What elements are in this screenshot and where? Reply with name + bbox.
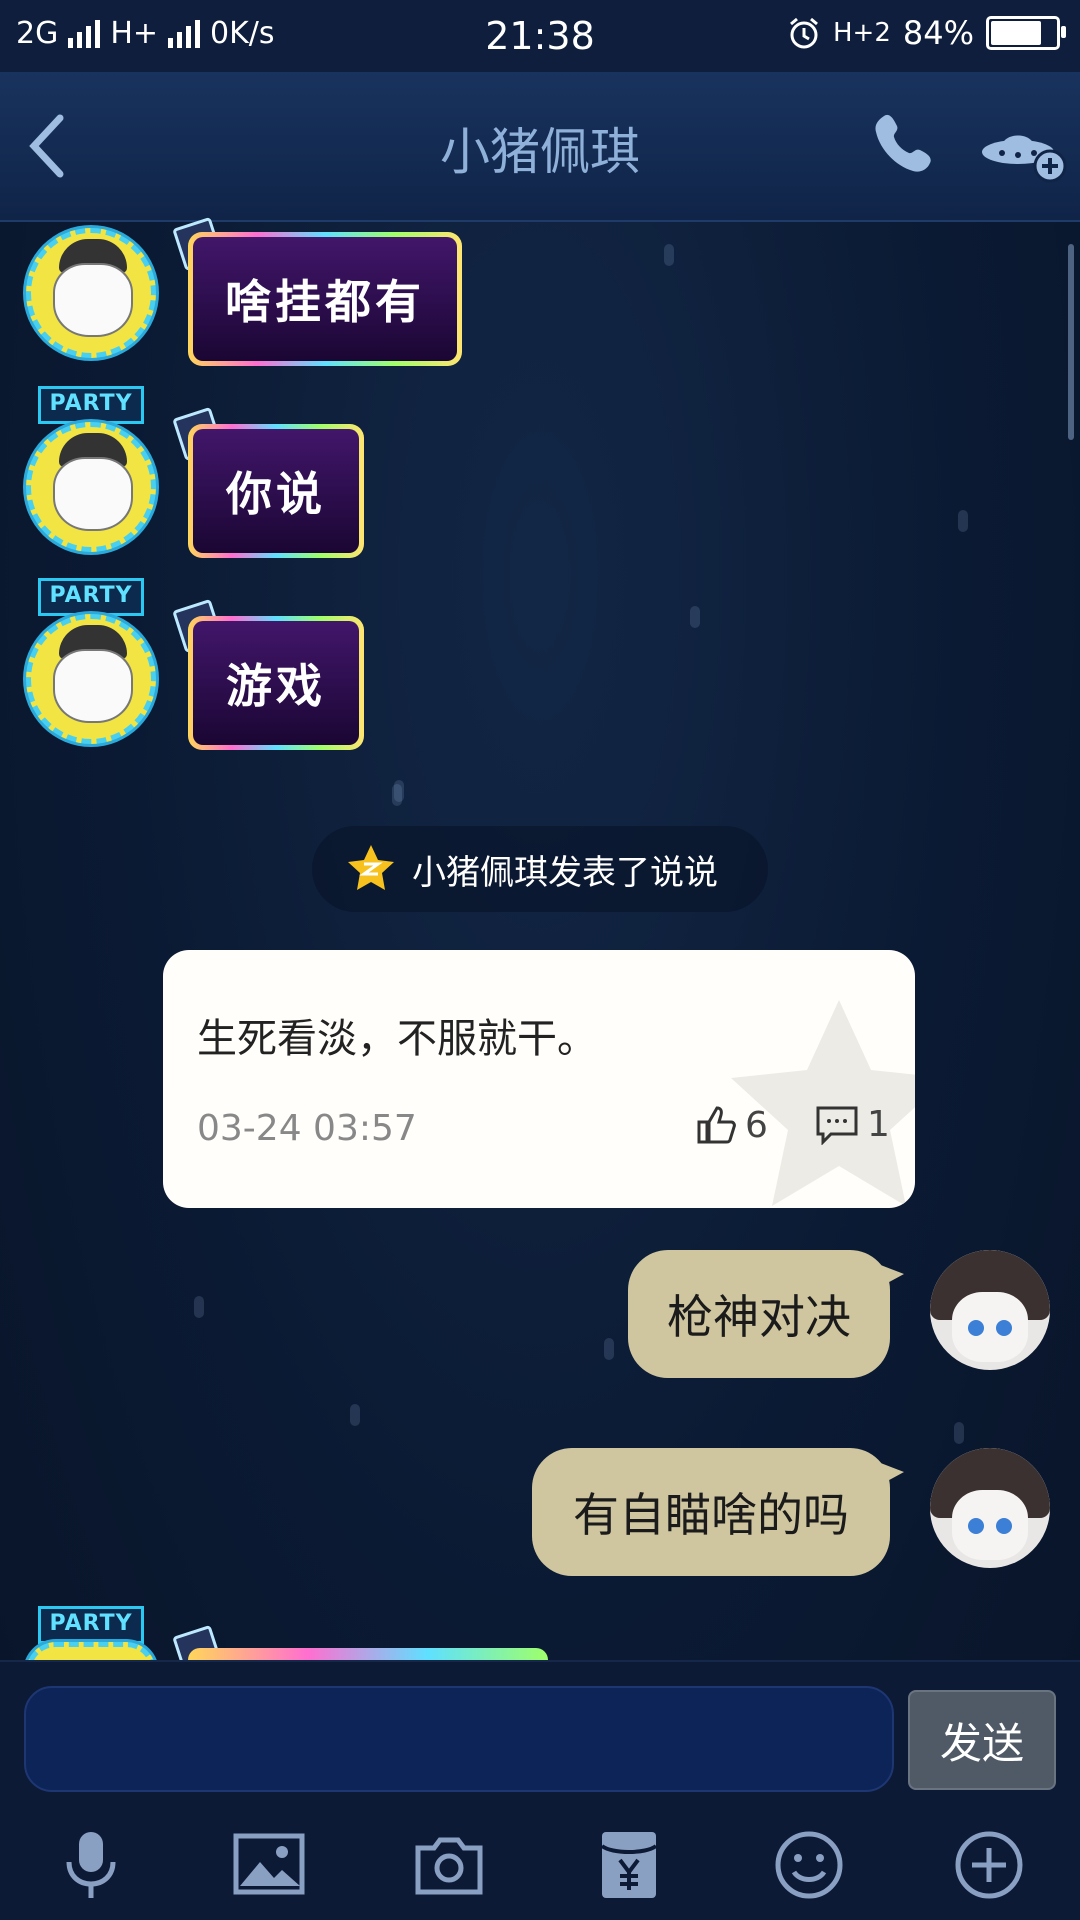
header: 小猪佩琪 [0,72,1080,222]
message-text: 枪神对决 [667,1290,851,1344]
microphone-icon[interactable] [54,1828,128,1902]
comment-count: 1 [867,1104,890,1145]
contact-avatar[interactable] [26,228,156,358]
message-bubble[interactable]: 游戏 [188,616,364,750]
comment-icon [816,1106,858,1145]
qzone-notice[interactable]: 小猪佩琪发表了说说 [312,826,768,912]
my-message-bubble[interactable]: 枪神对决 [628,1250,904,1378]
emoji-icon[interactable] [772,1828,846,1902]
message-text: 你说 [193,429,359,553]
battery-percent: 84% [902,14,974,52]
message-bubble[interactable]: 啥挂都有 [188,232,462,366]
status-bar: 2G H+ 0K/s 21:38 H+2 84% [0,0,1080,72]
my-avatar[interactable] [930,1250,1050,1370]
image-icon[interactable] [232,1828,306,1902]
red-packet-icon[interactable] [592,1828,666,1902]
chat-screen: 2G H+ 0K/s 21:38 H+2 84% 小猪佩琪 啥挂都有 PARTY… [0,0,1080,1920]
alarm-icon [790,17,818,49]
shuoshuo-card[interactable]: 生死看淡，不服就干。 03-24 03:57 6 1 [163,950,915,1208]
camera-icon[interactable] [412,1828,486,1902]
message-bubble[interactable] [188,1648,548,1660]
message-text: 游戏 [193,621,359,745]
battery-icon [986,16,1066,50]
comment-button[interactable]: 1 [815,1104,890,1145]
contact-avatar[interactable] [26,614,156,744]
party-badge: PARTY [38,386,144,424]
input-bar: 发送 [0,1660,1080,1920]
like-count: 6 [745,1104,768,1146]
send-button[interactable]: 发送 [908,1690,1056,1790]
phone-icon[interactable] [870,108,942,180]
scrollbar[interactable] [1068,244,1074,440]
message-text: 有自瞄啥的吗 [573,1488,849,1542]
like-button[interactable]: 6 [695,1104,768,1146]
plus-icon[interactable] [952,1828,1026,1902]
network-type-label-3: H+2 [832,18,891,48]
shuoshuo-time: 03-24 03:57 [197,1108,417,1149]
message-text: 啥挂都有 [193,237,457,361]
qzone-star-icon [348,845,394,890]
message-input[interactable] [24,1686,894,1792]
qzone-watermark-icon [731,1000,915,1206]
thumbs-up-icon [697,1106,736,1144]
party-badge: PARTY [38,578,144,616]
contact-avatar[interactable] [26,422,156,552]
message-bubble[interactable]: 你说 [188,424,364,558]
notice-text: 小猪佩琪发表了说说 [412,852,718,893]
my-avatar[interactable] [930,1448,1050,1568]
shuoshuo-text: 生死看淡，不服就干。 [197,1016,597,1062]
ufo-add-icon[interactable] [980,116,1070,186]
party-badge: PARTY [38,1606,144,1644]
my-message-bubble[interactable]: 有自瞄啥的吗 [532,1448,904,1576]
